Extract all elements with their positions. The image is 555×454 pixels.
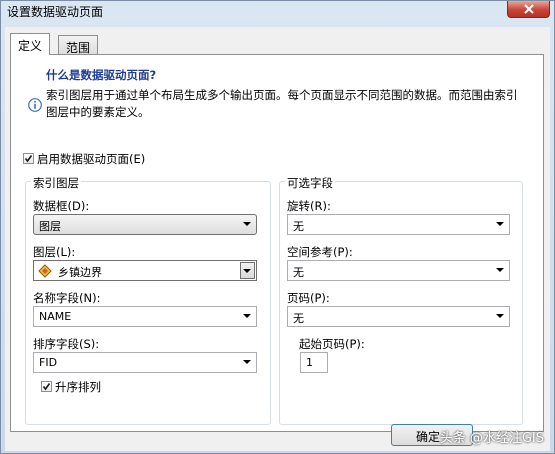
optional-fields-group-title: 可选字段 [285, 175, 335, 191]
data-frame-select[interactable]: 图层 [33, 214, 257, 235]
spatial-reference-value: 无 [293, 266, 304, 279]
rotation-value: 无 [293, 220, 304, 233]
close-icon [523, 4, 534, 14]
dialog-client: 定义 范围 什么是数据驱动页面? 索引图层用于通过单个布局生成多个输出页面。每个… [5, 27, 550, 451]
enable-ddp-checkbox[interactable] [23, 153, 34, 164]
title-bar: 设置数据驱动页面 [1, 1, 555, 23]
sort-field-value: FID [39, 356, 58, 369]
chevron-down-icon [243, 360, 251, 364]
chevron-down-icon [496, 222, 504, 226]
chevron-down-icon [243, 314, 251, 318]
chevron-down-icon [243, 222, 251, 226]
chevron-down-icon [496, 268, 504, 272]
close-button[interactable] [507, 1, 550, 18]
info-description: 索引图层用于通过单个布局生成多个输出页面。每个页面显示不同范围的数据。而范围由索… [46, 88, 518, 119]
ascending-checkbox[interactable] [41, 381, 52, 392]
name-field-select[interactable]: NAME [33, 306, 257, 327]
rotation-select[interactable]: 无 [287, 214, 510, 235]
start-page-label: 起始页码(P): [299, 337, 365, 351]
polygon-layer-icon [38, 264, 52, 278]
start-page-value: 1 [306, 356, 313, 369]
sort-field-label: 排序字段(S): [33, 337, 100, 351]
spatial-reference-label: 空间参考(P): [287, 245, 353, 259]
dropdown-button[interactable] [240, 262, 255, 279]
tab-label: 范围 [66, 41, 91, 55]
tab-extent[interactable]: 范围 [58, 35, 99, 55]
tab-label: 定义 [18, 39, 43, 53]
layer-value: 乡镇边界 [58, 266, 102, 279]
name-field-label: 名称字段(N): [33, 291, 101, 305]
start-page-input[interactable]: 1 [300, 352, 328, 373]
tab-panel: 什么是数据驱动页面? 索引图层用于通过单个布局生成多个输出页面。每个页面显示不同… [10, 54, 544, 432]
layer-select[interactable]: 乡镇边界 [33, 260, 257, 281]
check-icon [42, 383, 51, 391]
name-field-value: NAME [39, 310, 72, 323]
check-icon [24, 155, 33, 163]
enable-ddp-label: 启用数据驱动页面(E) [37, 152, 146, 166]
ok-button-label: 确定 [416, 430, 441, 444]
watermark: 头条 @水经注GIS [439, 431, 544, 446]
spatial-reference-select[interactable]: 无 [287, 260, 510, 281]
page-number-value: 无 [293, 312, 304, 325]
rotation-label: 旋转(R): [287, 199, 331, 213]
page-number-select[interactable]: 无 [287, 306, 510, 327]
chevron-down-icon [243, 269, 251, 273]
dialog-window: 设置数据驱动页面 定义 范围 什么是数据驱动页面? 索引图层用于通过单个布局生成… [0, 0, 555, 454]
chevron-down-icon [496, 314, 504, 318]
index-layer-group-title: 索引图层 [31, 175, 81, 191]
layer-label: 图层(L): [33, 245, 76, 259]
page-number-label: 页码(P): [287, 291, 330, 305]
ascending-label: 升序排列 [55, 380, 101, 394]
info-heading: 什么是数据驱动页面? [46, 68, 157, 82]
window-title: 设置数据驱动页面 [7, 5, 104, 19]
info-icon [28, 98, 42, 112]
tab-definition[interactable]: 定义 [10, 33, 51, 55]
data-frame-label: 数据框(D): [33, 199, 90, 213]
sort-field-select[interactable]: FID [33, 352, 257, 373]
data-frame-value: 图层 [39, 220, 61, 233]
